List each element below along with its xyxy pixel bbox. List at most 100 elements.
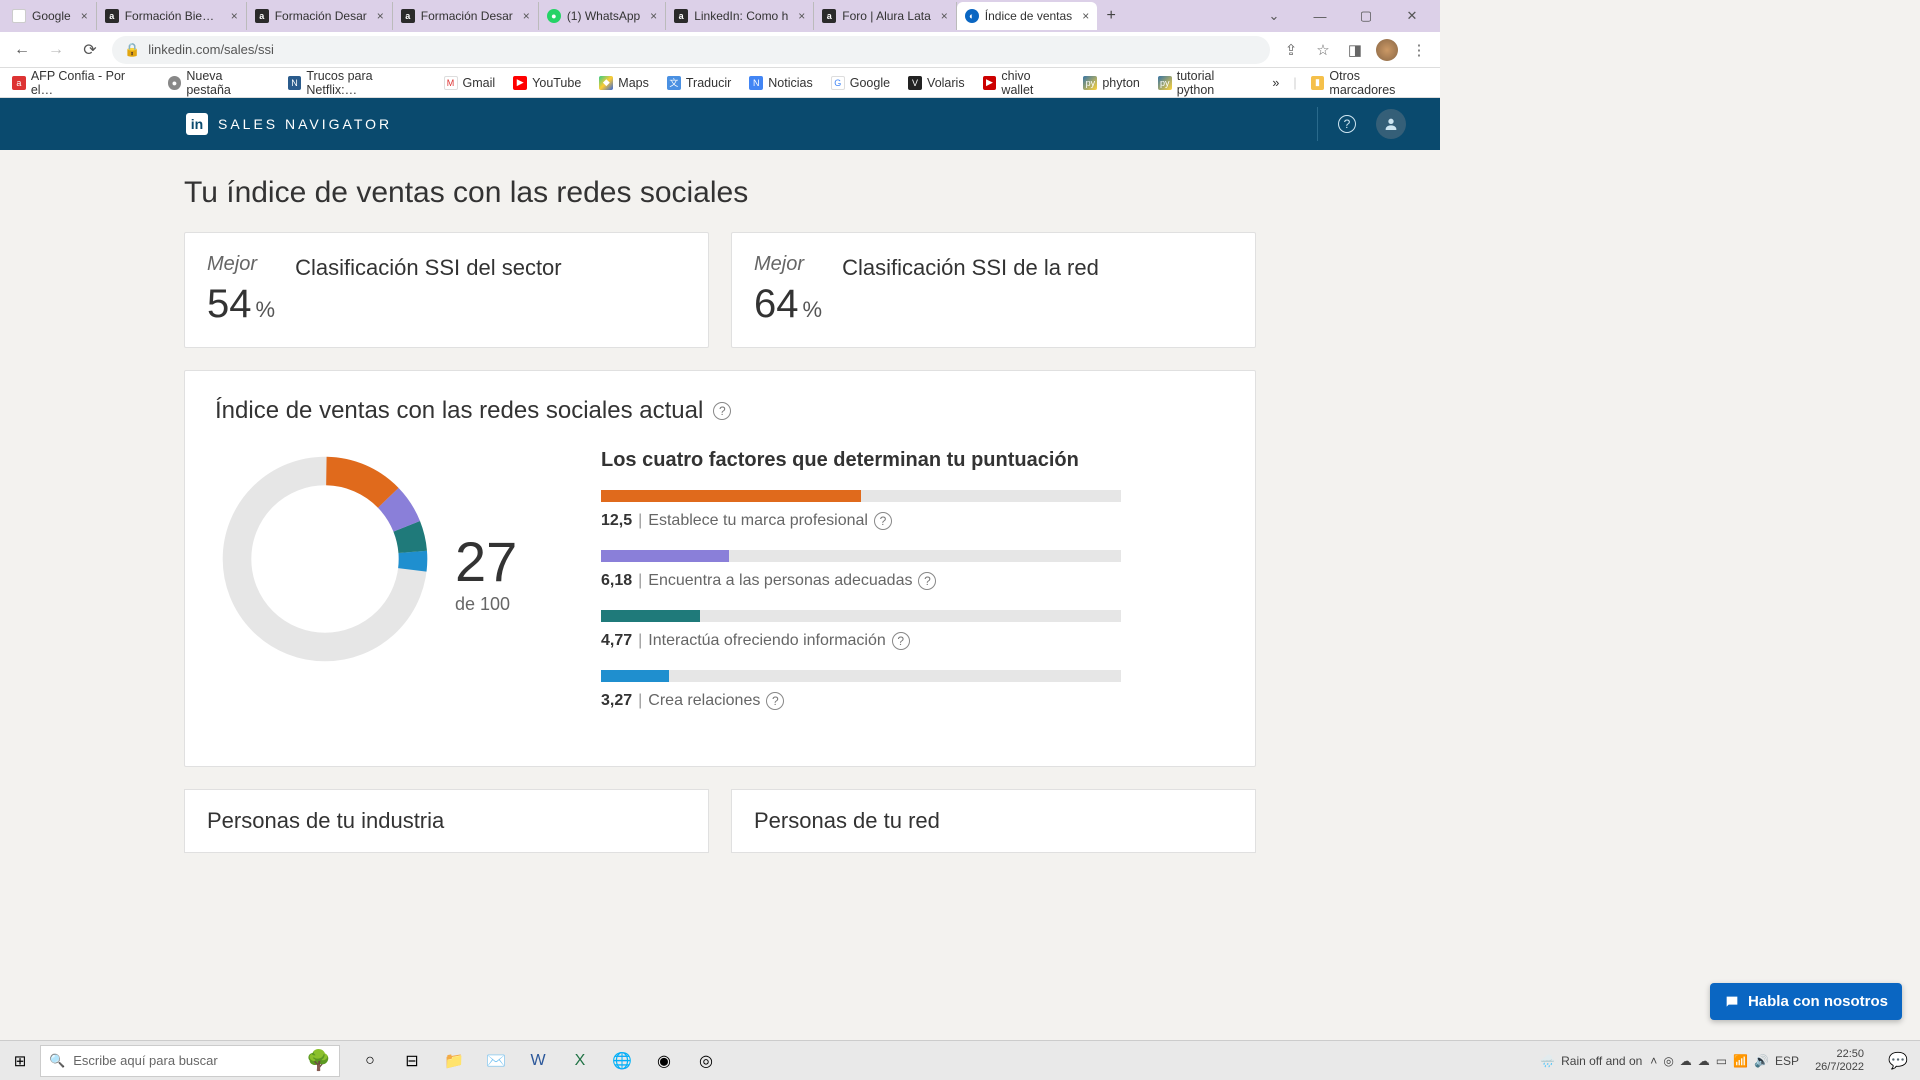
close-icon[interactable]: × (81, 9, 88, 23)
system-tray[interactable]: ˄ ◎ ☁ ☁ ▭ 📶 🔊 ESP (1650, 1054, 1799, 1068)
rank-card-sector: Mejor 54% Clasificación SSI del sector (184, 232, 709, 348)
taskbar-explorer-icon[interactable]: 📁 (436, 1045, 472, 1077)
help-icon[interactable]: ? (918, 572, 936, 590)
chat-button[interactable]: Habla con nosotros (1710, 983, 1902, 1020)
close-icon[interactable]: × (231, 9, 238, 23)
bookmark-nueva[interactable]: ●Nueva pestaña (168, 69, 270, 97)
rank-label: Mejor (207, 253, 275, 276)
bookmark-google[interactable]: GGoogle (831, 76, 890, 90)
close-icon[interactable]: × (1082, 9, 1089, 23)
factor-brand: 12,5 | Establece tu marca profesional ? (601, 490, 1225, 530)
close-icon[interactable]: × (650, 9, 657, 23)
start-button[interactable]: ⊞ (0, 1052, 40, 1070)
tab-linkedin[interactable]: aLinkedIn: Como h× (666, 2, 814, 30)
tab-alura-1[interactable]: aFormación Bienve× (97, 2, 247, 30)
tray-volume-icon[interactable]: 🔊 (1754, 1054, 1769, 1068)
forward-button[interactable]: → (44, 38, 68, 62)
factors-title: Los cuatro factores que determinan tu pu… (601, 449, 1225, 472)
bookmark-gmail[interactable]: MGmail (444, 76, 496, 90)
taskbar-edge-icon[interactable]: 🌐 (604, 1045, 640, 1077)
bookmark-chivo[interactable]: ▶chivo wallet (983, 69, 1066, 97)
rank-title: Clasificación SSI del sector (295, 255, 686, 281)
new-tab-button[interactable]: + (1097, 7, 1125, 25)
window-maximize-icon[interactable]: ▢ (1350, 2, 1382, 30)
factor-value: 4,77 (601, 632, 632, 650)
taskbar-app-icon[interactable]: ◎ (688, 1045, 724, 1077)
bookmark-youtube[interactable]: ▶YouTube (513, 76, 581, 90)
extensions-icon[interactable]: ◨ (1344, 39, 1366, 61)
notifications-icon[interactable]: 💬 (1880, 1045, 1916, 1077)
weather-icon: 🌧️ (1540, 1054, 1555, 1068)
reload-button[interactable]: ⟳ (78, 38, 102, 62)
tray-wifi-icon[interactable]: 📶 (1733, 1054, 1748, 1068)
bookmark-maps[interactable]: ◆Maps (599, 76, 649, 90)
bookmark-label: Traducir (686, 76, 731, 90)
bookmark-label: AFP Confia - Por el… (31, 69, 150, 97)
help-icon[interactable]: ? (766, 692, 784, 710)
share-icon[interactable]: ⇪ (1280, 39, 1302, 61)
tray-onedrive-icon[interactable]: ☁ (1680, 1054, 1692, 1068)
user-avatar[interactable] (1376, 109, 1406, 139)
taskbar-mail-icon[interactable]: ✉️ (478, 1045, 514, 1077)
bookmark-tutorial-python[interactable]: pytutorial python (1158, 69, 1255, 97)
chevron-down-icon[interactable]: ⌄ (1258, 2, 1290, 30)
search-art-icon: 🌳 (306, 1048, 331, 1073)
back-button[interactable]: ← (10, 38, 34, 62)
factor-bar (601, 490, 861, 502)
bookmark-afp[interactable]: aAFP Confia - Por el… (12, 69, 150, 97)
tab-alura-2[interactable]: aFormación Desar× (247, 2, 393, 30)
tray-location-icon[interactable]: ◎ (1663, 1054, 1673, 1068)
chat-icon (1724, 994, 1740, 1010)
taskbar-excel-icon[interactable]: X (562, 1045, 598, 1077)
lock-icon: 🔒 (124, 42, 140, 58)
tray-battery-icon[interactable]: ▭ (1716, 1054, 1727, 1068)
tray-lang[interactable]: ESP (1775, 1054, 1799, 1068)
close-icon[interactable]: × (377, 9, 384, 23)
factor-value: 3,27 (601, 692, 632, 710)
tray-cloud-icon[interactable]: ☁ (1698, 1054, 1710, 1068)
ssi-donut-chart: 27 de 100 (215, 449, 455, 689)
help-icon[interactable]: ? (713, 402, 731, 420)
taskbar-word-icon[interactable]: W (520, 1045, 556, 1077)
help-icon[interactable]: ? (1332, 109, 1362, 139)
bookmark-otros[interactable]: ▮Otros marcadores (1311, 69, 1428, 97)
tray-chevron-icon[interactable]: ˄ (1650, 1054, 1657, 1068)
weather-text: Rain off and on (1561, 1054, 1642, 1068)
taskbar-taskview-icon[interactable]: ⊟ (394, 1045, 430, 1077)
taskbar-clock[interactable]: 22:50 26/7/2022 (1807, 1048, 1872, 1073)
sep-icon: | (638, 692, 642, 710)
close-icon[interactable]: × (941, 9, 948, 23)
help-icon[interactable]: ? (874, 512, 892, 530)
star-icon[interactable]: ☆ (1312, 39, 1334, 61)
tab-whatsapp[interactable]: ●(1) WhatsApp× (539, 2, 666, 30)
taskbar-search[interactable]: 🔍 Escribe aquí para buscar 🌳 (40, 1045, 340, 1077)
close-icon[interactable]: × (798, 9, 805, 23)
bookmark-noticias[interactable]: NNoticias (749, 76, 812, 90)
rank-value: 64 (754, 282, 799, 326)
tab-alura-3[interactable]: aFormación Desar× (393, 2, 539, 30)
bookmark-netflix[interactable]: NTrucos para Netflix:… (288, 69, 426, 97)
bookmark-phyton[interactable]: pyphyton (1083, 76, 1140, 90)
bookmark-volaris[interactable]: VVolaris (908, 76, 965, 90)
tab-google[interactable]: GGoogle× (4, 2, 97, 30)
profile-avatar[interactable] (1376, 39, 1398, 61)
taskbar-weather[interactable]: 🌧️ Rain off and on (1540, 1054, 1642, 1068)
tab-ssi-active[interactable]: ◐Índice de ventas× (957, 2, 1097, 30)
rank-value: 54 (207, 282, 252, 326)
tab-foro[interactable]: aForo | Alura Lata× (814, 2, 957, 30)
factor-text: Interactúa ofreciendo información (648, 632, 885, 650)
bookmarks-overflow[interactable]: » (1272, 76, 1279, 90)
help-icon[interactable]: ? (892, 632, 910, 650)
sales-navigator-topbar: in SALES NAVIGATOR ? (0, 98, 1440, 150)
taskbar-cortana-icon[interactable]: ○ (352, 1045, 388, 1077)
bookmark-traducir[interactable]: 文Traducir (667, 76, 731, 90)
close-icon[interactable]: × (523, 9, 530, 23)
rank-label: Mejor (754, 253, 822, 276)
window-minimize-icon[interactable]: — (1304, 2, 1336, 30)
menu-icon[interactable]: ⋮ (1408, 39, 1430, 61)
sn-brand[interactable]: in SALES NAVIGATOR (186, 113, 392, 135)
factor-engage: 4,77 | Interactúa ofreciendo información… (601, 610, 1225, 650)
url-input[interactable]: 🔒 linkedin.com/sales/ssi (112, 36, 1270, 64)
window-close-icon[interactable]: ✕ (1396, 2, 1428, 30)
taskbar-chrome-icon[interactable]: ◉ (646, 1045, 682, 1077)
